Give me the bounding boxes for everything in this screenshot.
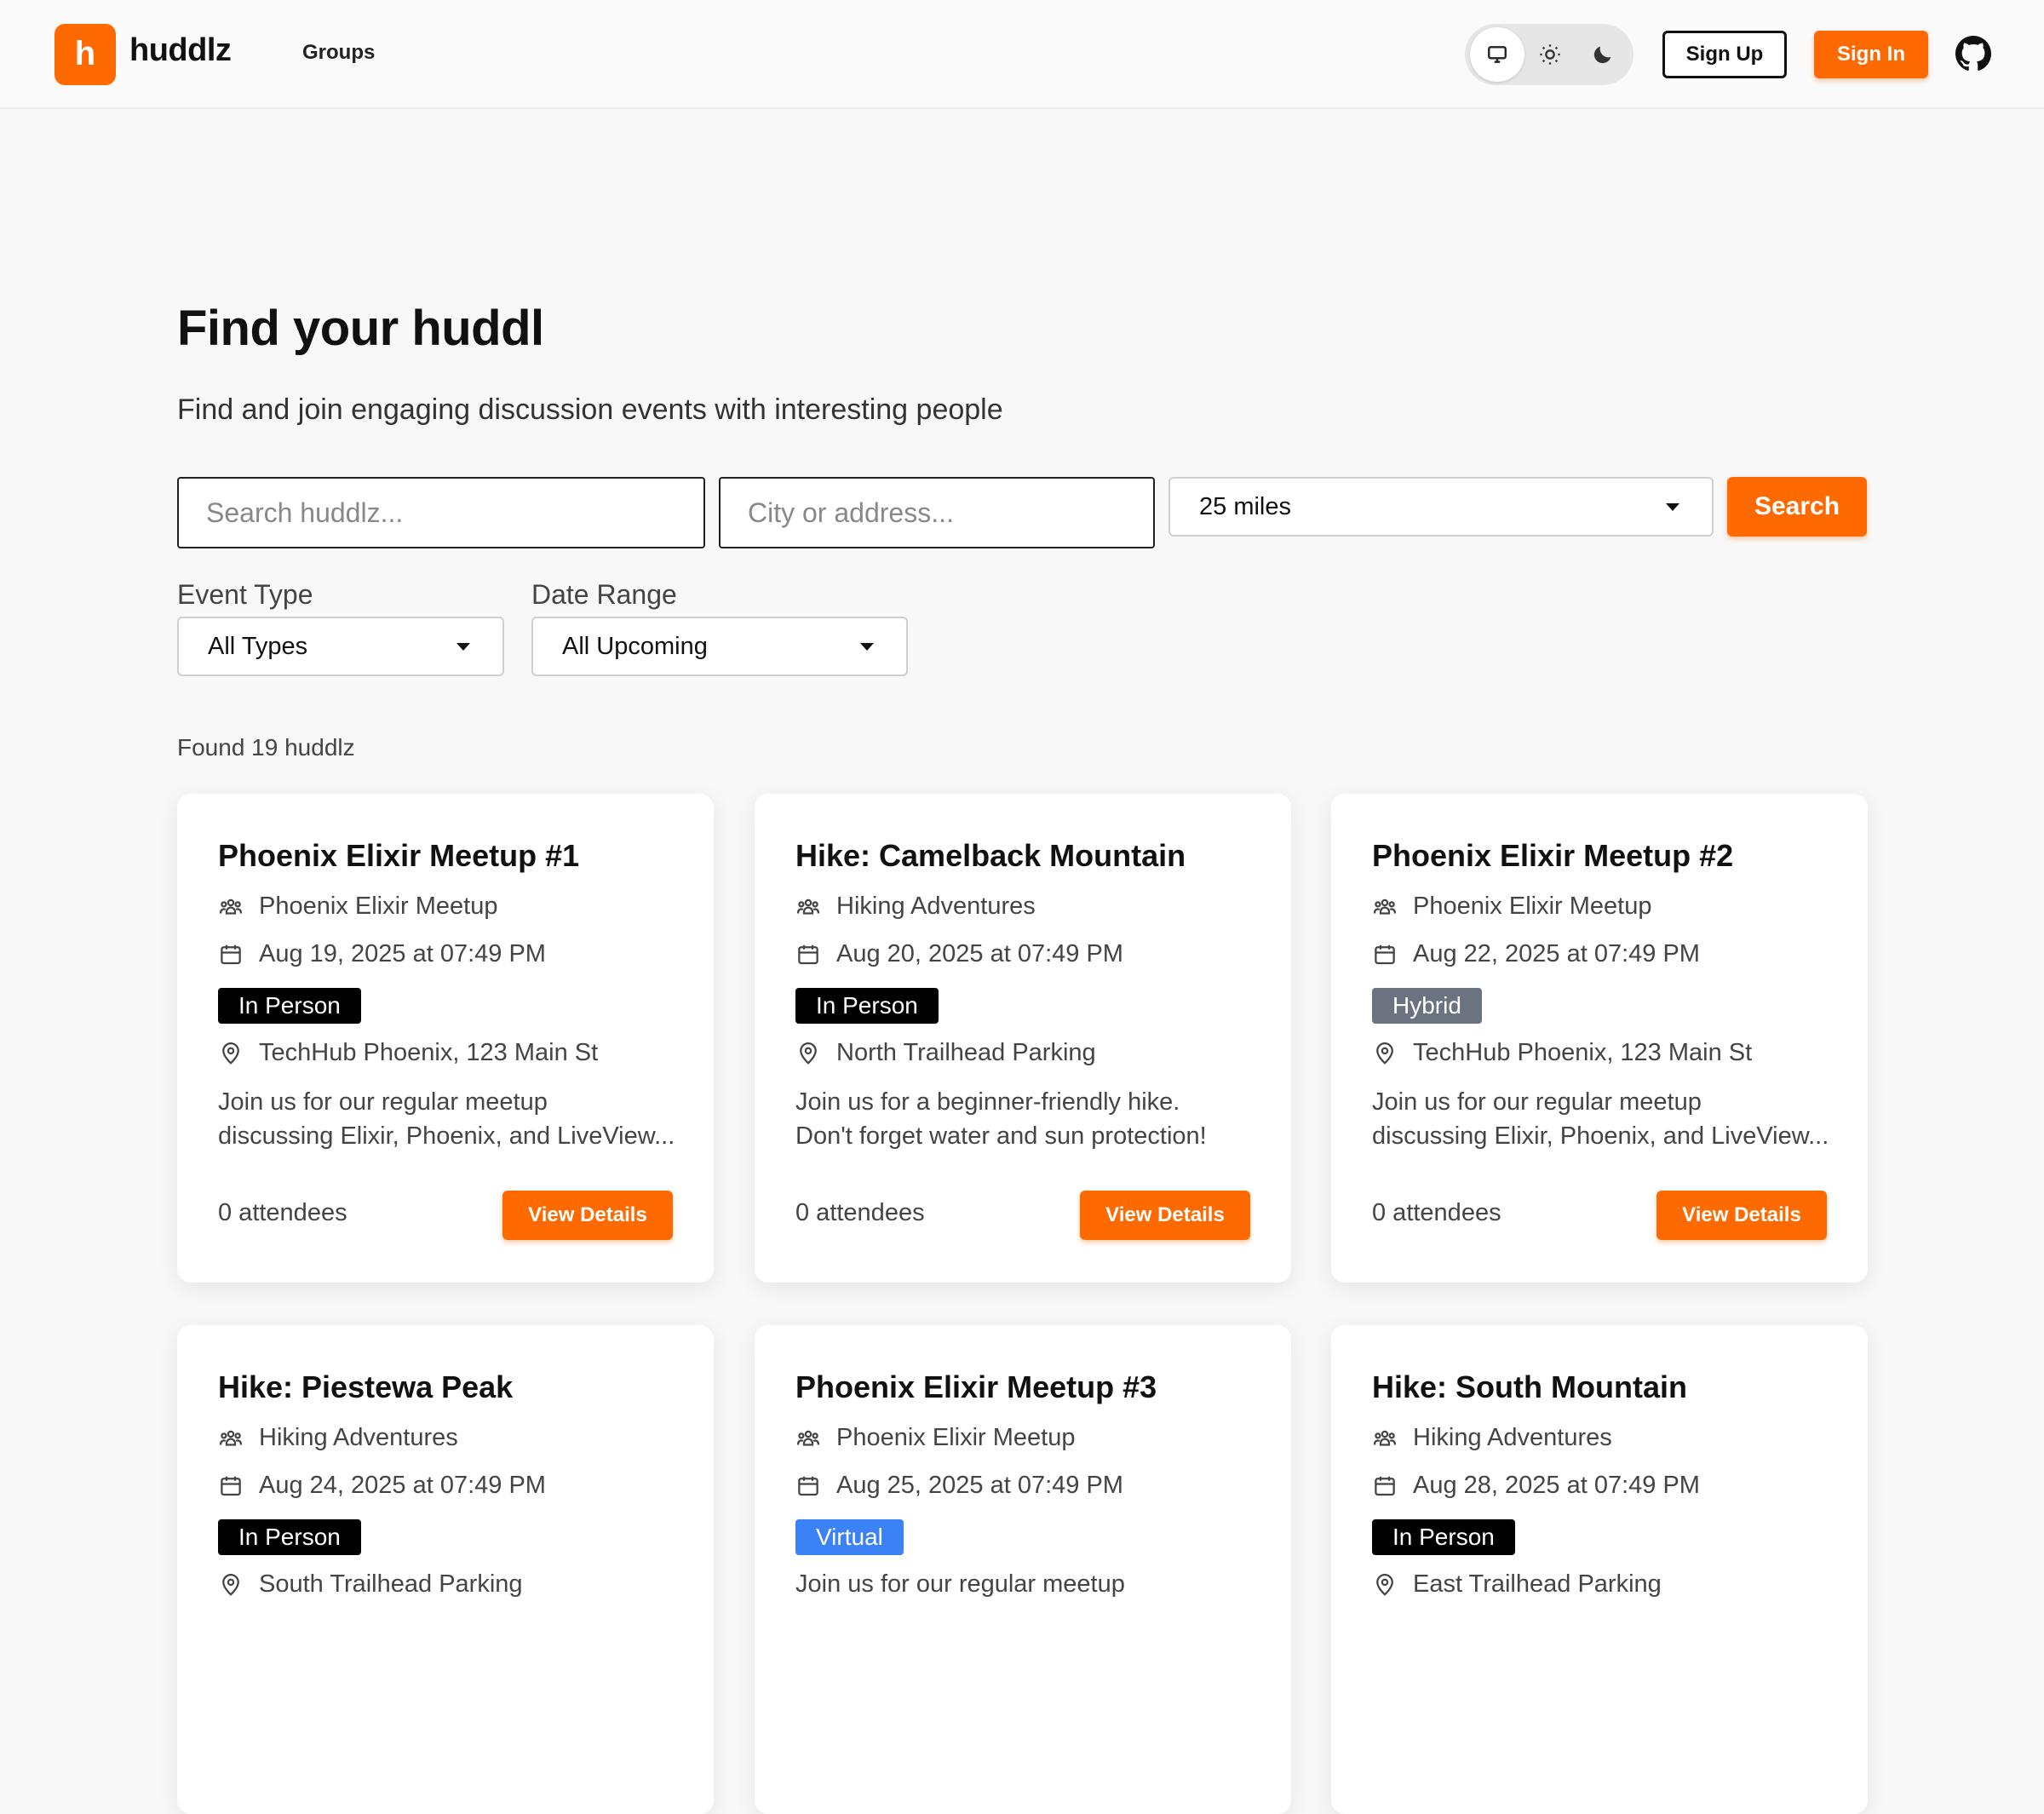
- date-range-select[interactable]: All Upcoming: [531, 617, 908, 676]
- github-icon[interactable]: [1955, 36, 1991, 72]
- event-card[interactable]: Hike: Camelback Mountain Hiking Adventur…: [755, 794, 1291, 1283]
- event-date: Aug 19, 2025 at 07:49 PM: [218, 940, 546, 968]
- sun-icon: [1540, 44, 1560, 65]
- results-count: Found 19 huddlz: [177, 734, 355, 761]
- event-group: Hiking Adventures: [1372, 1424, 1612, 1452]
- event-title[interactable]: Phoenix Elixir Meetup #3: [795, 1369, 1157, 1405]
- event-description: Join us for our regular meetup discussing…: [218, 1088, 675, 1150]
- event-card[interactable]: Phoenix Elixir Meetup #3 Phoenix Elixir …: [755, 1325, 1291, 1814]
- top-navbar: h huddlz Groups Sign Up Sign In: [0, 0, 2044, 109]
- date-range-value: All Upcoming: [562, 632, 708, 660]
- users-icon: [797, 1430, 819, 1446]
- event-type-select[interactable]: All Types: [177, 617, 504, 676]
- chevron-down-icon: [456, 643, 470, 651]
- event-location: South Trailhead Parking: [218, 1570, 523, 1599]
- radius-value: 25 miles: [1199, 492, 1291, 520]
- event-description: Join us for a beginner-friendly hike. Don…: [795, 1088, 1207, 1150]
- sign-in-button[interactable]: Sign In: [1814, 31, 1928, 78]
- page-subtitle: Find and join engaging discussion events…: [177, 393, 1003, 426]
- calendar-icon: [1375, 1476, 1395, 1495]
- event-date: Aug 28, 2025 at 07:49 PM: [1372, 1472, 1700, 1500]
- event-type-label: Event Type: [177, 579, 313, 610]
- chevron-down-icon: [1666, 503, 1679, 511]
- event-group: Phoenix Elixir Meetup: [218, 893, 497, 921]
- event-date: Aug 24, 2025 at 07:49 PM: [218, 1472, 546, 1500]
- event-type-badge: In Person: [795, 988, 939, 1024]
- attendee-count: 0 attendees: [218, 1199, 347, 1226]
- event-title[interactable]: Phoenix Elixir Meetup #1: [218, 838, 579, 874]
- map-pin-icon: [222, 1042, 239, 1065]
- view-details-button[interactable]: View Details: [1080, 1191, 1250, 1240]
- event-title[interactable]: Hike: Camelback Mountain: [795, 838, 1186, 874]
- chevron-down-icon: [860, 643, 874, 651]
- users-icon: [220, 1430, 242, 1446]
- moon-icon: [1593, 46, 1611, 64]
- event-card[interactable]: Phoenix Elixir Meetup #2 Phoenix Elixir …: [1331, 794, 1868, 1283]
- search-input[interactable]: [177, 477, 705, 548]
- map-pin-icon: [222, 1573, 239, 1596]
- event-type-badge: In Person: [218, 1519, 361, 1555]
- theme-toggle: [1465, 24, 1633, 85]
- event-description: Join us for our regular meetup discussing…: [1372, 1088, 1829, 1150]
- light-theme-button[interactable]: [1523, 27, 1577, 82]
- users-icon: [797, 898, 819, 915]
- attendee-count: 0 attendees: [1372, 1199, 1501, 1226]
- users-icon: [220, 898, 242, 915]
- map-pin-icon: [1376, 1042, 1393, 1065]
- page-title: Find your huddl: [177, 301, 544, 356]
- brand-name[interactable]: huddlz: [129, 32, 232, 69]
- event-group: Phoenix Elixir Meetup: [1372, 893, 1651, 921]
- event-card[interactable]: Hike: South Mountain Hiking Adventures A…: [1331, 1325, 1868, 1814]
- event-card[interactable]: Phoenix Elixir Meetup #1 Phoenix Elixir …: [177, 794, 714, 1283]
- event-date: Aug 20, 2025 at 07:49 PM: [795, 940, 1123, 968]
- event-date: Aug 22, 2025 at 07:49 PM: [1372, 940, 1700, 968]
- location-input[interactable]: [719, 477, 1155, 548]
- event-title[interactable]: Phoenix Elixir Meetup #2: [1372, 838, 1733, 874]
- logo-icon[interactable]: h: [55, 24, 116, 85]
- event-title[interactable]: Hike: South Mountain: [1372, 1369, 1687, 1405]
- map-pin-icon: [800, 1042, 817, 1065]
- event-type-value: All Types: [208, 632, 308, 660]
- radius-select[interactable]: 25 miles: [1168, 477, 1714, 537]
- event-type-badge: In Person: [218, 988, 361, 1024]
- event-location: TechHub Phoenix, 123 Main St: [1372, 1039, 1752, 1067]
- attendee-count: 0 attendees: [795, 1199, 925, 1226]
- event-group: Phoenix Elixir Meetup: [795, 1424, 1075, 1452]
- users-icon: [1374, 1430, 1396, 1446]
- view-details-button[interactable]: View Details: [502, 1191, 673, 1240]
- system-theme-button[interactable]: [1470, 27, 1524, 82]
- event-description: Join us for our regular meetup: [795, 1570, 1125, 1598]
- calendar-icon: [221, 1476, 241, 1495]
- view-details-button[interactable]: View Details: [1656, 1191, 1827, 1240]
- calendar-icon: [798, 1476, 818, 1495]
- event-type-badge: Virtual: [795, 1519, 904, 1555]
- dark-theme-button[interactable]: [1576, 27, 1630, 82]
- nav-link-groups[interactable]: Groups: [302, 41, 375, 65]
- sign-up-button[interactable]: Sign Up: [1662, 31, 1787, 78]
- event-type-badge: In Person: [1372, 1519, 1515, 1555]
- event-type-badge: Hybrid: [1372, 988, 1482, 1024]
- event-group: Hiking Adventures: [218, 1424, 458, 1452]
- search-button[interactable]: Search: [1727, 477, 1867, 537]
- event-location: TechHub Phoenix, 123 Main St: [218, 1039, 598, 1067]
- event-location: North Trailhead Parking: [795, 1039, 1096, 1067]
- calendar-icon: [1375, 944, 1395, 964]
- calendar-icon: [798, 944, 818, 964]
- users-icon: [1374, 898, 1396, 915]
- date-range-label: Date Range: [531, 579, 677, 610]
- calendar-icon: [221, 944, 241, 964]
- event-group: Hiking Adventures: [795, 893, 1036, 921]
- map-pin-icon: [1376, 1573, 1393, 1596]
- event-date: Aug 25, 2025 at 07:49 PM: [795, 1472, 1123, 1500]
- monitor-icon: [1488, 46, 1507, 63]
- event-location: East Trailhead Parking: [1372, 1570, 1662, 1599]
- event-title[interactable]: Hike: Piestewa Peak: [218, 1369, 513, 1405]
- event-card[interactable]: Hike: Piestewa Peak Hiking Adventures Au…: [177, 1325, 714, 1814]
